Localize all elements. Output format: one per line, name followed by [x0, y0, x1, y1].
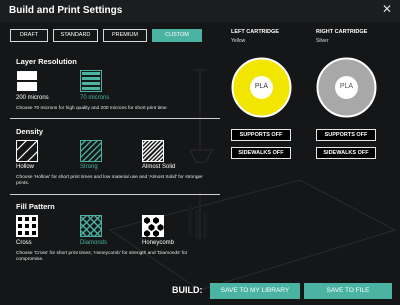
build-print-settings-dialog: Build and Print Settings ✕ DRAFT STANDAR… [0, 0, 400, 305]
fill-honeycomb-option[interactable] [142, 215, 164, 237]
density-title: Density [16, 127, 44, 136]
density-help-text: Choose 'Hollow' for short print times an… [16, 175, 203, 186]
cross-pattern-icon [16, 215, 38, 237]
build-label: BUILD: [172, 285, 203, 295]
right-cartridge-color-name: Silver [316, 38, 329, 44]
resolution-200-option[interactable] [16, 70, 38, 92]
left-sidewalks-button[interactable]: SIDEWALKS OFF [231, 147, 291, 159]
left-cartridge-material: PLA [254, 83, 269, 90]
save-to-library-button[interactable]: SAVE TO MY LIBRARY [210, 283, 300, 299]
tab-custom[interactable]: CUSTOM [152, 29, 202, 42]
section-divider [10, 118, 220, 119]
density-hollow-label: Hollow [16, 164, 35, 170]
section-divider [10, 194, 220, 195]
almost-solid-pattern-icon [141, 139, 165, 163]
resolution-200-label: 200 microns [16, 95, 49, 101]
left-cartridge-title: LEFT CARTRIDGE [231, 29, 279, 35]
resolution-70-label: 70 microns [80, 95, 110, 101]
density-almost-solid-label: Almost Solid [142, 164, 176, 170]
fill-help-text: Choose 'Cross' for short print times, 'H… [16, 251, 188, 262]
density-hollow-option[interactable] [15, 139, 39, 163]
right-cartridge-spool[interactable]: PLA [316, 57, 377, 118]
hollow-pattern-icon [15, 139, 39, 163]
preset-tabs: DRAFT STANDARD PREMIUM CUSTOM [10, 29, 202, 42]
layer-resolution-title: Layer Resolution [16, 57, 77, 66]
resolution-help-text: Choose 70 microns for high quality and 2… [16, 106, 167, 111]
right-sidewalks-button[interactable]: SIDEWALKS OFF [316, 147, 376, 159]
tab-standard[interactable]: STANDARD [53, 29, 98, 42]
tab-premium[interactable]: PREMIUM [103, 29, 147, 42]
strong-pattern-icon [79, 139, 103, 163]
left-cartridge-color-name: Yellow [231, 38, 246, 44]
fill-diamonds-option[interactable] [79, 214, 103, 238]
resolution-70-option[interactable] [80, 70, 102, 92]
tab-draft[interactable]: DRAFT [10, 29, 48, 42]
honeycomb-pattern-icon [142, 215, 164, 237]
close-icon[interactable]: ✕ [382, 3, 392, 15]
fill-honeycomb-label: Honeycomb [142, 240, 175, 246]
thick-layers-icon [17, 71, 37, 91]
fill-cross-option[interactable] [16, 215, 38, 237]
save-to-file-button[interactable]: SAVE TO FILE [304, 283, 392, 299]
dialog-title: Build and Print Settings [9, 5, 123, 16]
fill-pattern-title: Fill Pattern [16, 202, 55, 211]
fill-diamonds-label: Diamonds [80, 240, 108, 246]
fill-cross-label: Cross [16, 240, 32, 246]
density-strong-option[interactable] [79, 139, 103, 163]
right-supports-button[interactable]: SUPPORTS OFF [316, 129, 376, 141]
density-strong-label: Strong [80, 164, 98, 170]
thin-layers-icon [80, 70, 102, 92]
right-cartridge-material: PLA [339, 83, 354, 90]
left-cartridge-spool[interactable]: PLA [231, 57, 292, 118]
left-supports-button[interactable]: SUPPORTS OFF [231, 129, 291, 141]
right-cartridge-title: RIGHT CARTRIDGE [316, 29, 368, 35]
title-bar: Build and Print Settings ✕ [0, 0, 400, 22]
diamonds-pattern-icon [79, 214, 103, 238]
density-almost-solid-option[interactable] [141, 139, 165, 163]
